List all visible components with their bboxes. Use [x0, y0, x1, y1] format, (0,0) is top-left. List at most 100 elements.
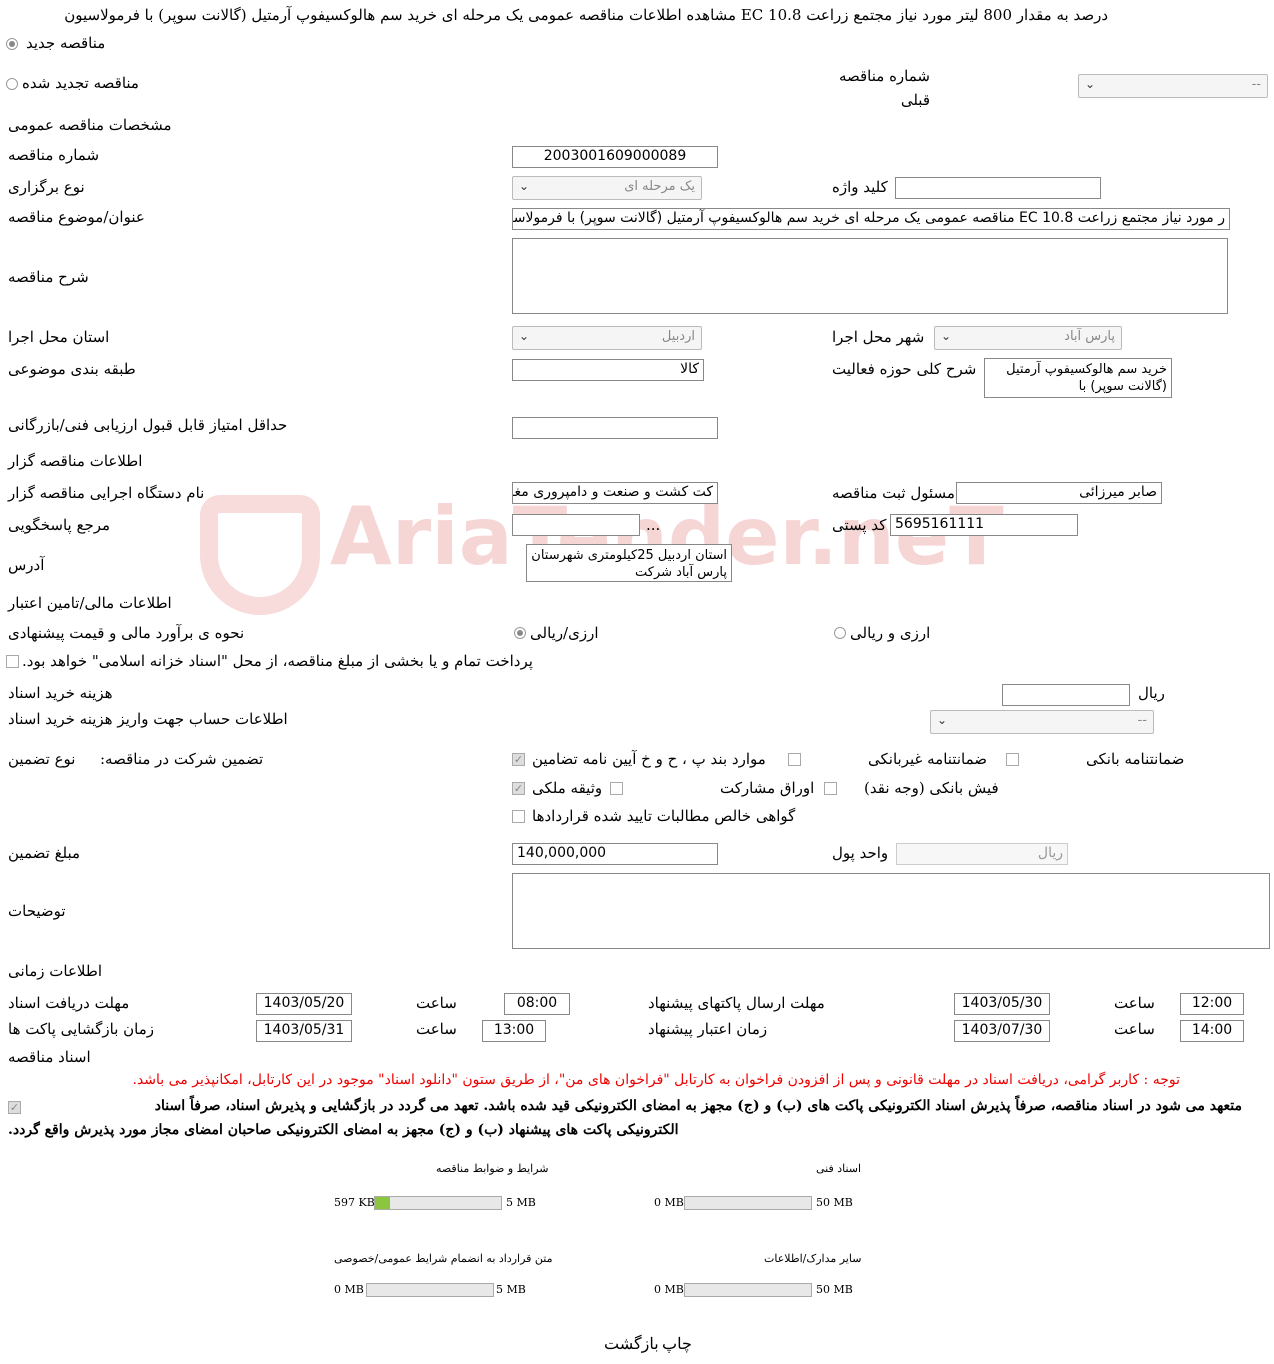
notes-textarea[interactable]	[512, 873, 1270, 949]
doc-cost-field[interactable]	[1002, 684, 1130, 706]
officer-field[interactable]: صابر میرزائی	[956, 482, 1162, 504]
doc-deadline-time[interactable]: 08:00	[504, 993, 570, 1015]
page-title: درصد به مقدار 800 لیتر مورد نیاز مجتمع ز…	[64, 6, 1108, 24]
file-max-technical: 50 MB	[816, 1196, 853, 1209]
property-label: وثیقه ملکی	[532, 779, 603, 797]
file-title-terms: شرایط و ضوابط مناقصه	[436, 1162, 549, 1175]
holding-type-select[interactable]: یک مرحله ای ⌄	[512, 176, 702, 200]
file-used-other: 0 MB	[654, 1283, 684, 1296]
guarantee-amount-field[interactable]: 140,000,000	[512, 843, 718, 865]
province-select[interactable]: اردبیل ⌄	[512, 326, 702, 350]
chevron-down-icon: ⌄	[519, 179, 530, 193]
account-select[interactable]: -- ⌄	[930, 710, 1154, 734]
min-score-field[interactable]	[512, 417, 718, 439]
address-textarea[interactable]: استان اردبیل 25کیلومتری شهرستان پارس آبا…	[526, 544, 732, 582]
activity-textarea[interactable]: خرید سم هالوکسیفوپ آرمتیل (گالانت سوپر) …	[984, 358, 1172, 398]
file-title-technical: اسناد فنی	[816, 1162, 862, 1175]
city-select[interactable]: پارس آباد ⌄	[934, 326, 1122, 350]
chevron-down-icon: ⌄	[519, 329, 530, 343]
items-bcd-checkbox[interactable]: ✓	[512, 753, 525, 766]
subject-field[interactable]: ر مورد نیاز مجتمع زراعت EC 10.8 مناقصه ع…	[512, 208, 1230, 230]
currency-field[interactable]: ریال	[896, 843, 1068, 865]
currency-rial-radio[interactable]	[514, 627, 526, 639]
org-name-field[interactable]: کت کشت و صنعت و دامپروری مغان	[512, 482, 718, 504]
estimate-method-label: نحوه ی برآورد مالی و قیمت پیشنهادی	[8, 624, 245, 642]
file-title-contract: متن قرارداد به انضمام شرایط عمومی/خصوصی	[334, 1252, 553, 1265]
chevron-down-icon: ⌄	[941, 329, 952, 343]
validity-label: زمان اعتبار پیشنهاد	[648, 1020, 768, 1038]
reference-field[interactable]	[512, 514, 640, 536]
treasury-note: پرداخت تمام و یا بخشی از مبلغ مناقصه، از…	[22, 652, 533, 670]
cash-checkbox[interactable]	[824, 782, 837, 795]
file-max-other: 50 MB	[816, 1283, 853, 1296]
min-score-label: حداقل امتیاز قابل قبول ارزیابی فنی/بازرگ…	[8, 416, 288, 434]
keyword-field[interactable]	[895, 177, 1101, 199]
timing-section-title: اطلاعات زمانی	[8, 962, 102, 980]
validity-date[interactable]: 1403/07/30	[954, 1020, 1050, 1042]
doc-deadline-date[interactable]: 1403/05/20	[256, 993, 352, 1015]
keyword-label: کلید واژه	[832, 178, 888, 196]
file-used-terms: 597 KB	[334, 1196, 375, 1209]
currency-label: واحد پول	[832, 844, 889, 862]
nonbank-label: ضمانتنامه غیربانکی	[868, 750, 987, 768]
prev-number-select[interactable]: -- ⌄	[1078, 74, 1268, 98]
organizer-section-title: اطلاعات مناقصه گزار	[8, 452, 143, 470]
tender-number-field[interactable]: 2003001609000089	[512, 146, 718, 168]
guarantee-label: تضمین شرکت در مناقصه:	[100, 750, 264, 768]
renewed-tender-label: مناقصه تجدید شده	[22, 74, 139, 92]
receivables-checkbox[interactable]	[512, 810, 525, 823]
treasury-checkbox[interactable]	[6, 655, 19, 668]
prev-number-label: شماره مناقصه قبلی	[838, 67, 930, 109]
print-button[interactable]: چاپ	[662, 1334, 692, 1353]
nonbank-checkbox[interactable]	[788, 753, 801, 766]
submit-deadline-date[interactable]: 1403/05/30	[954, 993, 1050, 1015]
account-label: اطلاعات حساب جهت واریز هزینه خرید اسناد	[8, 710, 288, 728]
renewed-tender-radio[interactable]	[6, 78, 18, 90]
file-bar-technical	[684, 1196, 812, 1210]
chevron-down-icon: ⌄	[937, 713, 948, 727]
opening-time[interactable]: 13:00	[482, 1020, 546, 1042]
tender-number-label: شماره مناقصه	[8, 146, 100, 164]
finance-section-title: اطلاعات مالی/تامین اعتبار	[8, 594, 172, 612]
currency-and-rial-label: ارزی و ریالی	[850, 624, 931, 642]
holding-type-value: یک مرحله ای	[624, 179, 695, 194]
file-bar-terms-fill	[375, 1197, 391, 1209]
officer-label: مسئول ثبت مناقصه	[832, 484, 955, 502]
docs-section-title: اسناد مناقصه	[8, 1048, 91, 1066]
file-bar-contract	[366, 1283, 494, 1297]
doc-deadline-time-label: ساعت	[416, 994, 457, 1012]
submit-deadline-label: مهلت ارسال پاکتهای پیشنهاد	[648, 994, 825, 1012]
postal-code-label: کد پستی	[832, 516, 887, 534]
address-label: آدرس	[8, 556, 45, 574]
new-tender-radio[interactable]	[6, 38, 18, 50]
city-value: پارس آباد	[1064, 329, 1115, 344]
opening-date[interactable]: 1403/05/31	[256, 1020, 352, 1042]
postal-code-field[interactable]: 5695161111	[890, 514, 1078, 536]
currency-rial-label: ارزی/ریالی	[530, 624, 599, 642]
opening-label: زمان بازگشایی پاکت ها	[8, 1020, 155, 1038]
general-section-title: مشخصات مناقصه عمومی	[8, 116, 172, 134]
currency-and-rial-radio[interactable]	[834, 627, 846, 639]
category-field[interactable]: کالا	[512, 359, 704, 381]
validity-time[interactable]: 14:00	[1180, 1020, 1244, 1042]
back-button[interactable]: بازگشت	[604, 1334, 659, 1353]
commit-checkbox[interactable]: ✓	[8, 1101, 21, 1114]
guarantee-amount-label: مبلغ تضمین	[8, 844, 81, 862]
doc-cost-unit: ریال	[1138, 684, 1165, 702]
description-textarea[interactable]	[512, 238, 1228, 314]
doc-cost-label: هزینه خرید اسناد	[8, 684, 113, 702]
bonds-checkbox[interactable]	[610, 782, 623, 795]
opening-time-label: ساعت	[416, 1020, 457, 1038]
submit-deadline-time[interactable]: 12:00	[1180, 993, 1244, 1015]
cash-label: فیش بانکی (وجه نقد)	[864, 779, 999, 797]
reference-label: مرجع پاسخگویی	[8, 516, 111, 534]
commit-line-2: الکترونیکی پاکت های پیشنهاد (ب) و (ج) مج…	[8, 1122, 679, 1138]
reference-dots[interactable]: ...	[646, 516, 660, 534]
category-label: طبقه بندی موضوعی	[8, 360, 136, 378]
submit-deadline-time-label: ساعت	[1114, 994, 1155, 1012]
validity-time-label: ساعت	[1114, 1020, 1155, 1038]
notes-label: توضیحات	[8, 902, 66, 920]
property-checkbox[interactable]: ✓	[512, 782, 525, 795]
chevron-down-icon: ⌄	[1085, 77, 1096, 91]
bank-checkbox[interactable]	[1006, 753, 1019, 766]
